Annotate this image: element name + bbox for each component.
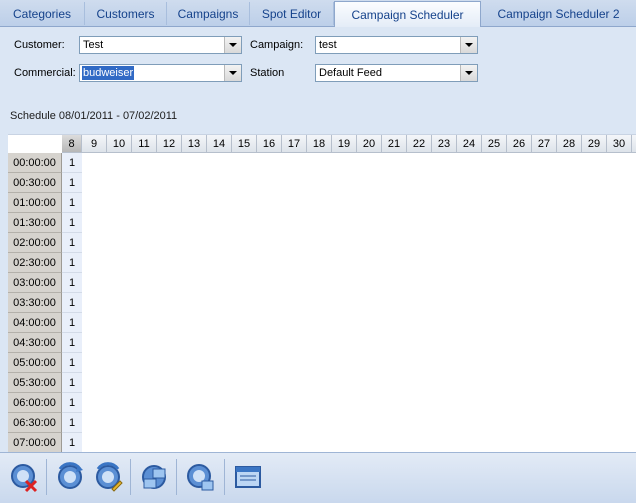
refresh-edit-icon <box>96 462 123 492</box>
station-label: Station <box>250 67 285 79</box>
customer-select[interactable]: Test <box>79 36 242 54</box>
day-column-header[interactable]: 9 <box>82 135 107 153</box>
delete-schedule-button[interactable] <box>6 459 42 495</box>
time-row-header[interactable]: 03:30:00 <box>8 293 62 313</box>
day-column-header[interactable]: 14 <box>207 135 232 153</box>
schedule-cell[interactable]: 1 <box>62 253 82 273</box>
day-column-header[interactable]: 13 <box>182 135 207 153</box>
day-column-header[interactable]: 26 <box>507 135 532 153</box>
window-icon <box>235 466 261 488</box>
commercial-value: budweiser <box>82 66 135 80</box>
schedule-cell[interactable]: 1 <box>62 213 82 233</box>
time-row-header[interactable]: 02:30:00 <box>8 253 62 273</box>
tab-spot-editor[interactable]: Spot Editor <box>250 2 334 25</box>
day-column-header[interactable]: 23 <box>432 135 457 153</box>
time-row-header[interactable]: 00:00:00 <box>8 153 62 173</box>
add-network-icon <box>187 464 214 491</box>
schedule-grid[interactable]: 8 9 10 11 12 13 14 15 16 17 18 19 20 21 22 23 24 25 26 27 28… <box>8 134 636 453</box>
day-column-header[interactable]: 12 <box>157 135 182 153</box>
day-column-header[interactable]: 25 <box>482 135 507 153</box>
day-column-header[interactable]: 16 <box>257 135 282 153</box>
time-row-header[interactable]: 04:00:00 <box>8 313 62 333</box>
chevron-down-icon[interactable] <box>460 65 477 81</box>
schedule-cell[interactable]: 1 <box>62 233 82 253</box>
schedule-range-label: Schedule 08/01/2011 - 07/02/2011 <box>10 110 178 122</box>
time-row-header[interactable]: 02:00:00 <box>8 233 62 253</box>
chevron-down-icon[interactable] <box>224 37 241 53</box>
day-column-header[interactable]: 15 <box>232 135 257 153</box>
time-row-header[interactable]: 00:30:00 <box>8 173 62 193</box>
customer-value: Test <box>83 39 104 51</box>
day-column-header[interactable]: 22 <box>407 135 432 153</box>
tab-campaign-scheduler[interactable]: Campaign Scheduler <box>334 1 481 27</box>
customer-label: Customer: <box>14 39 65 51</box>
day-column-header[interactable]: 27 <box>532 135 557 153</box>
tab-label: Campaign Scheduler 2 <box>497 6 620 21</box>
campaign-value: test <box>319 39 337 51</box>
time-row-header[interactable]: 03:00:00 <box>8 273 62 293</box>
time-row-header[interactable]: 06:30:00 <box>8 413 62 433</box>
tab-label: Campaign Scheduler <box>351 7 464 22</box>
grid-corner <box>8 135 62 153</box>
schedule-cell[interactable]: 1 <box>62 153 82 173</box>
schedule-cell[interactable]: 1 <box>62 333 82 353</box>
chevron-down-icon[interactable] <box>460 37 477 53</box>
day-column-header[interactable]: 19 <box>332 135 357 153</box>
day-column-header[interactable]: 8 <box>62 135 82 153</box>
refresh-edit-button[interactable] <box>90 459 126 495</box>
commercial-select[interactable]: budweiser <box>79 64 242 82</box>
tab-bar: Categories Customers Campaigns Spot Edit… <box>0 0 636 27</box>
refresh-icon <box>58 462 83 489</box>
tab-campaign-scheduler-2[interactable]: Campaign Scheduler 2 <box>481 2 636 25</box>
day-column-header[interactable]: 24 <box>457 135 482 153</box>
campaign-label: Campaign: <box>250 39 304 51</box>
bottom-toolbar <box>0 452 636 503</box>
schedule-cell[interactable]: 1 <box>62 433 82 453</box>
schedule-cell[interactable]: 1 <box>62 393 82 413</box>
network-icon <box>142 465 166 489</box>
time-row-header[interactable]: 07:00:00 <box>8 433 62 453</box>
time-row-header[interactable]: 01:00:00 <box>8 193 62 213</box>
day-column-header[interactable]: 21 <box>382 135 407 153</box>
tab-label: Campaigns <box>177 6 239 21</box>
schedule-cell[interactable]: 1 <box>62 173 82 193</box>
schedule-cell[interactable]: 1 <box>62 313 82 333</box>
day-column-header[interactable]: 10 <box>107 135 132 153</box>
tab-label: Categories <box>12 6 72 21</box>
time-row-header[interactable]: 05:00:00 <box>8 353 62 373</box>
schedule-cell[interactable]: 1 <box>62 413 82 433</box>
tab-label: Spot Editor <box>261 6 322 21</box>
network-button[interactable] <box>136 459 172 495</box>
tab-categories[interactable]: Categories <box>0 2 85 25</box>
day-column-header[interactable]: 18 <box>307 135 332 153</box>
tab-label: Customers <box>96 6 155 21</box>
window-button[interactable] <box>230 459 266 495</box>
chevron-down-icon[interactable] <box>224 65 241 81</box>
tab-customers[interactable]: Customers <box>85 2 167 25</box>
day-column-header[interactable]: 30 <box>607 135 632 153</box>
schedule-cell[interactable]: 1 <box>62 293 82 313</box>
schedule-cell[interactable]: 1 <box>62 373 82 393</box>
day-column-header[interactable]: 17 <box>282 135 307 153</box>
day-column-header[interactable]: 29 <box>582 135 607 153</box>
schedule-cell[interactable]: 1 <box>62 353 82 373</box>
delete-schedule-icon <box>11 464 38 493</box>
time-row-header[interactable]: 05:30:00 <box>8 373 62 393</box>
station-select[interactable]: Default Feed <box>315 64 478 82</box>
add-network-button[interactable] <box>182 459 218 495</box>
day-column-header[interactable]: 28 <box>557 135 582 153</box>
commercial-label: Commercial: <box>14 67 76 79</box>
station-value: Default Feed <box>319 67 382 79</box>
day-column-header[interactable]: 20 <box>357 135 382 153</box>
schedule-cell[interactable]: 1 <box>62 273 82 293</box>
time-row-header[interactable]: 04:30:00 <box>8 333 62 353</box>
time-row-header[interactable]: 01:30:00 <box>8 213 62 233</box>
tab-campaigns[interactable]: Campaigns <box>167 2 250 25</box>
schedule-cell[interactable]: 1 <box>62 193 82 213</box>
time-row-header[interactable]: 06:00:00 <box>8 393 62 413</box>
day-column-header[interactable]: 3 <box>632 135 636 153</box>
campaign-select[interactable]: test <box>315 36 478 54</box>
refresh-button[interactable] <box>52 459 88 495</box>
day-column-header[interactable]: 11 <box>132 135 157 153</box>
